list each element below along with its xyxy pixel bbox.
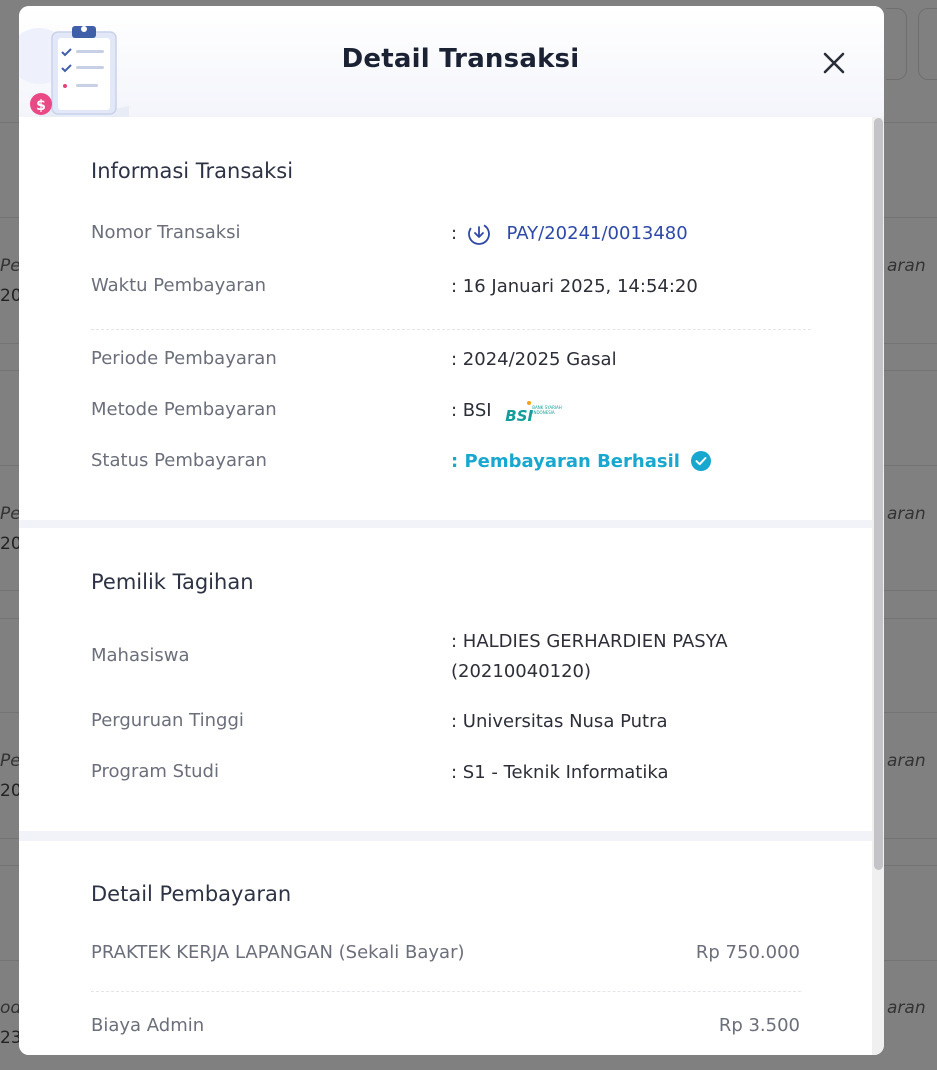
admin-fee-amount: Rp 3.500	[718, 1015, 800, 1036]
background-text: Pe	[0, 504, 21, 524]
study-program-value: : S1 - Teknik Informatika	[451, 762, 669, 783]
admin-fee-label: Biaya Admin	[91, 1015, 205, 1036]
payment-period-value: : 2024/2025 Gasal	[451, 349, 617, 370]
payment-status-text: : Pembayaran Berhasil	[451, 451, 680, 472]
payment-period-label: Periode Pembayaran	[91, 348, 277, 369]
transaction-number-link[interactable]: PAY/20241/0013480	[507, 223, 688, 244]
section-title: Detail Pembayaran	[91, 882, 292, 906]
student-name: : HALDIES GERHARDIEN PASYA	[451, 631, 728, 652]
payment-method-value: : BSI BSI BANK SYARIAH INDONESIA	[451, 396, 567, 426]
transaction-number-label: Nomor Transaksi	[91, 222, 241, 243]
student-value: : HALDIES GERHARDIEN PASYA (20210040120)	[451, 627, 728, 687]
modal-header: $ Detail Transaksi	[19, 6, 884, 117]
university-value: : Universitas Nusa Putra	[451, 711, 668, 732]
section-divider	[91, 329, 811, 330]
modal-title: Detail Transaksi	[341, 44, 580, 74]
svg-text:$: $	[36, 98, 46, 114]
transaction-detail-modal: $ Detail Transaksi Informasi Transaksi N…	[19, 6, 884, 1055]
background-text: Pe	[0, 751, 21, 771]
background-text: aran	[887, 751, 926, 771]
student-id: (20210040120)	[451, 661, 592, 682]
close-icon[interactable]	[821, 50, 847, 76]
close-button[interactable]	[819, 48, 849, 78]
payment-detail-section: Detail Pembayaran PRAKTEK KERJA LAPANGAN…	[19, 841, 872, 1055]
payment-method-label: Metode Pembayaran	[91, 399, 277, 420]
bsi-logo-subtext: BANK SYARIAH INDONESIA	[532, 405, 562, 415]
bsi-logo-text: BSI	[505, 407, 534, 425]
study-program-label: Program Studi	[91, 761, 219, 782]
transaction-info-section: Informasi Transaksi Nomor Transaksi : PA…	[19, 117, 872, 520]
background-pill	[918, 8, 937, 80]
transaction-number-value: : PAY/20241/0013480	[451, 219, 688, 249]
bill-owner-section: Pemilik Tagihan Mahasiswa : HALDIES GERH…	[19, 528, 872, 831]
section-title: Informasi Transaksi	[91, 159, 294, 183]
background-pill	[886, 8, 907, 80]
payment-time-label: Waktu Pembayaran	[91, 275, 267, 296]
payment-status-value: : Pembayaran Berhasil	[451, 447, 712, 477]
payment-time-value: : 16 Januari 2025, 14:54:20	[451, 276, 698, 297]
payment-item-label: PRAKTEK KERJA LAPANGAN (Sekali Bayar)	[91, 942, 465, 963]
modal-body: Informasi Transaksi Nomor Transaksi : PA…	[19, 117, 872, 1055]
colon-prefix: :	[451, 223, 458, 244]
background-text: aran	[887, 256, 926, 276]
student-label: Mahasiswa	[91, 645, 190, 666]
background-text: aran	[887, 998, 926, 1018]
bsi-logo: BSI BANK SYARIAH INDONESIA	[505, 400, 567, 425]
scrollbar-thumb[interactable]	[874, 118, 883, 870]
university-label: Perguruan Tinggi	[91, 710, 244, 731]
payment-status-label: Status Pembayaran	[91, 450, 267, 471]
download-icon[interactable]	[467, 222, 491, 246]
check-circle-icon	[691, 450, 712, 471]
section-title: Pemilik Tagihan	[91, 570, 254, 594]
item-divider	[91, 991, 801, 992]
payment-method-text: : BSI	[451, 400, 492, 421]
background-text: aran	[887, 504, 926, 524]
background-text: Pe	[0, 256, 21, 276]
payment-item-amount: Rp 750.000	[695, 942, 800, 963]
